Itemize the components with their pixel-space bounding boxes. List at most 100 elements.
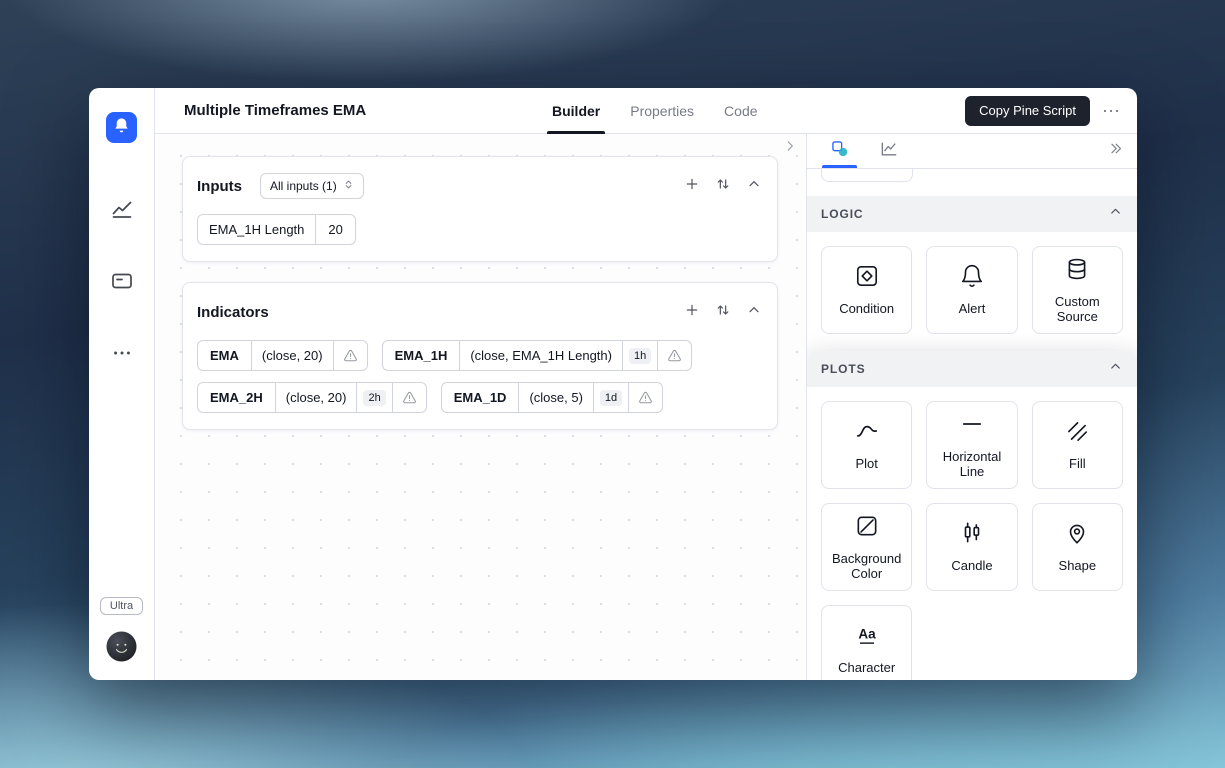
indicators-title: Indicators (197, 303, 269, 321)
page-title: Multiple Timeframes EMA (184, 102, 367, 119)
sidebar-tabs (807, 134, 1137, 169)
block-card-character[interactable]: Aa Character (821, 605, 913, 680)
inputs-node[interactable]: Inputs All inputs (1) EMA_1H Length 20 (182, 156, 778, 262)
add-input-button[interactable] (683, 177, 701, 195)
sort-indicators-button[interactable] (714, 303, 732, 321)
collapse-indicators-button[interactable] (745, 303, 763, 321)
header-more-button[interactable]: ⋯ (1102, 102, 1121, 120)
timeframe-badge: 1d (599, 389, 623, 406)
fill-hatch-icon (1064, 418, 1090, 449)
tab-properties[interactable]: Properties (615, 88, 709, 133)
timeframe-segment: 2h (356, 383, 391, 412)
shapes-tab-icon (830, 139, 850, 164)
block-card-candle[interactable]: Candle (926, 503, 1018, 591)
warning-icon[interactable] (628, 383, 662, 412)
panel-expand-button[interactable] (781, 139, 799, 157)
blocks-sidebar: LOGIC Condition Alert Custom Source PLOT… (806, 134, 1137, 680)
blocks-scroll-area[interactable]: LOGIC Condition Alert Custom Source PLOT… (807, 169, 1137, 680)
ultra-plan-badge[interactable]: Ultra (99, 597, 144, 615)
block-card-background-color[interactable]: Background Color (821, 503, 913, 591)
chart-tab-icon (879, 139, 899, 164)
block-card-shape[interactable]: Shape (1031, 503, 1123, 591)
block-card-custom-source[interactable]: Custom Source (1031, 246, 1123, 334)
warning-icon[interactable] (332, 341, 367, 370)
chevron-up-icon (746, 302, 762, 323)
builder-canvas[interactable]: Inputs All inputs (1) EMA_1H Length 20 I… (155, 134, 806, 680)
inputs-filter-label: All inputs (1) (270, 179, 337, 193)
input-row[interactable]: EMA_1H Length 20 (197, 214, 356, 245)
warning-icon[interactable] (391, 383, 426, 412)
block-card-fill[interactable]: Fill (1031, 401, 1123, 489)
card-label: Custom Source (1054, 293, 1100, 324)
input-name: EMA_1H Length (209, 222, 305, 237)
candle-icon (959, 520, 985, 551)
indicators-node[interactable]: Indicators EMA (close, 20) EMA_1H (close… (182, 282, 778, 430)
inputs-title: Inputs (197, 177, 242, 195)
tab-chart-preview[interactable] (864, 134, 913, 168)
sort-inputs-button[interactable] (714, 177, 732, 195)
add-indicator-button[interactable] (683, 303, 701, 321)
sort-icon (715, 302, 731, 323)
card-label: Horizontal Line (942, 448, 1002, 479)
clipped-block-card[interactable] (821, 169, 913, 182)
logic-section: LOGIC Condition Alert Custom Source (807, 196, 1137, 348)
indicator-chip-ema-1h[interactable]: EMA_1H (close, EMA_1H Length) 1h (381, 340, 693, 371)
chevron-up-icon (1108, 204, 1123, 224)
plus-icon (684, 176, 700, 197)
timeframe-segment: 1h (621, 341, 657, 370)
timeframe-segment: 1d (592, 383, 628, 412)
character-icon: Aa (854, 622, 880, 653)
shape-pin-icon (1064, 520, 1090, 551)
copy-pine-script-button[interactable]: Copy Pine Script (965, 95, 1090, 126)
rail-more-button[interactable] (110, 343, 134, 367)
tab-builder[interactable]: Builder (537, 88, 615, 134)
block-card-plot[interactable]: Plot (821, 401, 913, 489)
indicator-params: (close, 20) (250, 341, 333, 370)
card-label: Condition (839, 301, 895, 317)
chevron-right-icon (783, 139, 797, 158)
card-label: Background Color (831, 550, 902, 581)
card-label: Character (838, 660, 896, 676)
card-label: Plot (855, 456, 878, 472)
rail-chart-button[interactable] (110, 199, 134, 223)
header-tabs: Builder Properties Code (537, 88, 773, 134)
app-logo[interactable] (106, 112, 137, 143)
chart-icon (110, 197, 134, 226)
indicator-chip-ema[interactable]: EMA (close, 20) (197, 340, 368, 371)
indicator-name: EMA (210, 348, 239, 363)
indicator-chip-ema-2h[interactable]: EMA_2H (close, 20) 2h (197, 382, 427, 413)
card-label: Fill (1069, 456, 1086, 472)
app-window: Ultra Multiple Timeframes EMA Builder Pr… (89, 88, 1137, 680)
tab-blocks[interactable] (815, 134, 864, 168)
timeframe-badge: 2h (363, 389, 386, 406)
window-header: Multiple Timeframes EMA Builder Properti… (155, 88, 1137, 134)
rail-panels-button[interactable] (110, 271, 134, 295)
indicator-chip-ema-1d[interactable]: EMA_1D (close, 5) 1d (440, 382, 664, 413)
warning-icon[interactable] (657, 341, 691, 370)
svg-text:Aa: Aa (858, 626, 876, 641)
collapse-inputs-button[interactable] (745, 177, 763, 195)
chevron-up-icon (1108, 359, 1123, 379)
block-card-condition[interactable]: Condition (821, 246, 913, 334)
card-label: Candle (951, 558, 993, 574)
user-avatar[interactable] (106, 631, 137, 662)
double-chevron-right-icon (1107, 140, 1124, 162)
indicator-params: (close, 5) (518, 383, 592, 412)
block-card-alert[interactable]: Alert (926, 246, 1018, 334)
block-card-horizontal-line[interactable]: Horizontal Line (926, 401, 1018, 489)
plot-curve-icon (854, 418, 880, 449)
indicator-name: EMA_1H (394, 348, 448, 363)
sidebar-collapse-button[interactable] (1101, 137, 1129, 165)
left-rail: Ultra (89, 88, 155, 680)
indicator-params: (close, EMA_1H Length) (459, 341, 622, 370)
plots-section-header[interactable]: PLOTS (807, 351, 1137, 387)
condition-icon (854, 263, 880, 294)
logic-section-header[interactable]: LOGIC (807, 196, 1137, 232)
tab-code[interactable]: Code (709, 88, 772, 133)
indicator-name: EMA_2H (210, 390, 263, 405)
card-label: Shape (1058, 558, 1097, 574)
input-value[interactable]: 20 (315, 215, 354, 244)
card-label: Alert (958, 301, 986, 317)
inputs-filter-dropdown[interactable]: All inputs (1) (260, 173, 364, 199)
unfold-icon (343, 179, 354, 193)
